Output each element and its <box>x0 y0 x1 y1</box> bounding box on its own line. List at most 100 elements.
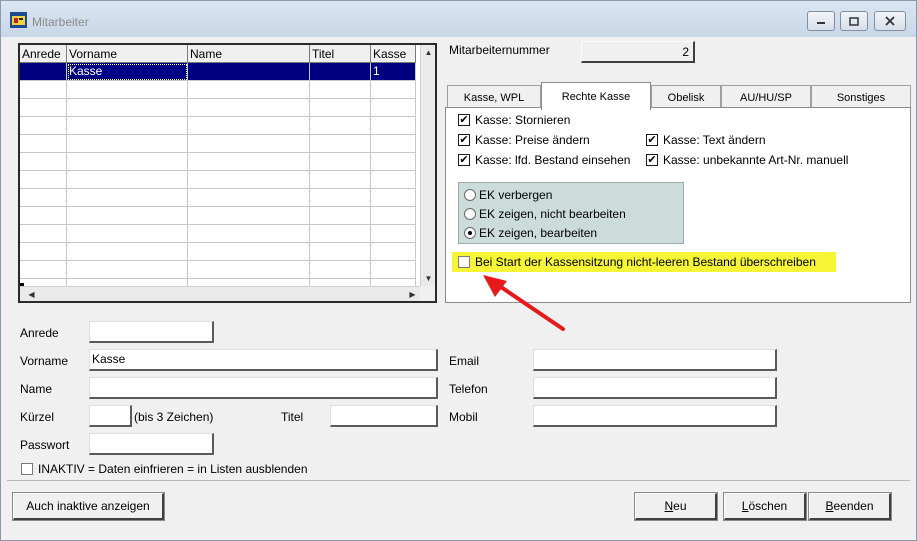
scroll-down-icon[interactable]: ▼ <box>421 271 436 286</box>
passwort-field[interactable] <box>89 433 214 455</box>
ek-show-edit-radio[interactable]: EK zeigen, bearbeiten <box>464 226 597 240</box>
ek-show-readonly-radio[interactable]: EK zeigen, nicht bearbeiten <box>464 207 626 221</box>
overwrite-stock-label: Bei Start der Kassensitzung nicht-leeren… <box>475 255 816 269</box>
grid-cell-empty <box>20 99 67 117</box>
passwort-input[interactable] <box>92 434 212 453</box>
minimize-icon <box>817 22 825 24</box>
ek-hide-radio[interactable]: EK verbergen <box>464 188 552 202</box>
text-checkbox[interactable]: ✔ Kasse: Text ändern <box>646 133 766 147</box>
grid-cell-empty <box>188 153 310 171</box>
table-row-empty[interactable] <box>20 171 420 189</box>
inactive-checkbox[interactable]: INAKTIV = Daten einfrieren = in Listen a… <box>21 462 308 476</box>
tab-kasse-wpl[interactable]: Kasse, WPL <box>447 85 541 109</box>
column-header-name[interactable]: Name <box>188 45 310 63</box>
passwort-label: Passwort <box>20 438 70 452</box>
table-row-empty[interactable] <box>20 243 420 261</box>
vorname-label: Vorname <box>20 354 69 368</box>
ek-show-edit-label: EK zeigen, bearbeiten <box>479 226 598 240</box>
table-row-empty[interactable] <box>20 207 420 225</box>
column-header-anrede[interactable]: Anrede <box>20 45 67 63</box>
grid-cell-empty <box>371 243 416 261</box>
table-row-empty[interactable] <box>20 189 420 207</box>
kuerzel-hint: (bis 3 Zeichen) <box>134 410 214 424</box>
stock-checkbox[interactable]: ✔ Kasse: lfd. Bestand einsehen <box>458 153 630 167</box>
column-header-kasse[interactable]: Kasse <box>371 45 416 63</box>
scroll-up-icon[interactable]: ▲ <box>421 45 436 60</box>
grid-cell-empty <box>20 135 67 153</box>
scroll-right-icon[interactable]: ▶ <box>405 287 420 302</box>
vorname-input[interactable] <box>92 350 436 369</box>
storno-checkbox[interactable]: ✔ Kasse: Stornieren <box>458 113 570 127</box>
checkbox-icon <box>21 463 33 475</box>
column-header-vorname[interactable]: Vorname <box>67 45 188 63</box>
tab-bar: Kasse, WPL Rechte Kasse Obelisk AU/HU/SP… <box>447 82 913 110</box>
tab-au-hu-sp[interactable]: AU/HU/SP <box>721 85 811 109</box>
prices-checkbox[interactable]: ✔ Kasse: Preise ändern <box>458 133 590 147</box>
employee-grid[interactable]: Anrede Vorname Name Titel Kasse Kasse 1 … <box>18 43 437 303</box>
check-icon: ✔ <box>458 134 470 146</box>
email-input[interactable] <box>536 350 775 369</box>
scroll-left-icon[interactable]: ◀ <box>24 287 39 302</box>
close-button[interactable] <box>874 11 906 31</box>
new-button[interactable]: Neu <box>634 492 718 521</box>
table-row-empty[interactable] <box>20 117 420 135</box>
telefon-field[interactable] <box>533 377 777 399</box>
table-row-empty[interactable] <box>20 99 420 117</box>
name-input[interactable] <box>92 378 436 397</box>
telefon-input[interactable] <box>536 378 775 397</box>
table-row-empty[interactable] <box>20 153 420 171</box>
grid-cell-empty <box>371 117 416 135</box>
mobil-input[interactable] <box>536 406 775 425</box>
stock-label: Kasse: lfd. Bestand einsehen <box>475 153 631 167</box>
quit-button[interactable]: Beenden <box>808 492 892 521</box>
telefon-label: Telefon <box>449 382 488 396</box>
table-row-empty[interactable] <box>20 225 420 243</box>
kuerzel-input[interactable] <box>92 406 130 425</box>
title-bar[interactable]: Mitarbeiter <box>1 1 916 37</box>
employee-number-field[interactable]: 2 <box>581 41 695 63</box>
overwrite-stock-checkbox[interactable]: Bei Start der Kassensitzung nicht-leeren… <box>458 255 816 269</box>
tab-sonstiges[interactable]: Sonstiges <box>811 85 911 109</box>
email-field[interactable] <box>533 349 777 371</box>
text-label: Kasse: Text ändern <box>663 133 766 147</box>
anrede-input[interactable] <box>92 322 212 341</box>
grid-cell-empty <box>67 225 188 243</box>
maximize-button[interactable] <box>840 11 868 31</box>
titel-field[interactable] <box>330 405 438 427</box>
grid-cell-empty <box>371 207 416 225</box>
name-field[interactable] <box>89 377 438 399</box>
titel-input[interactable] <box>333 406 436 425</box>
table-row-empty[interactable] <box>20 261 420 279</box>
tab-rechte-kasse[interactable]: Rechte Kasse <box>541 82 651 110</box>
anrede-field[interactable] <box>89 321 214 343</box>
kuerzel-label: Kürzel <box>20 410 55 424</box>
new-button-label: eu <box>673 499 687 513</box>
grid-cell-empty <box>188 117 310 135</box>
grid-horizontal-scrollbar[interactable]: ◀ ▶ <box>20 286 420 301</box>
vorname-field[interactable] <box>89 349 438 371</box>
grid-cell-empty <box>310 135 371 153</box>
delete-button[interactable]: Löschen <box>723 492 807 521</box>
ek-radio-group: EK verbergen EK zeigen, nicht bearbeiten… <box>458 182 684 244</box>
grid-cell-empty <box>20 189 67 207</box>
grid-cell-empty <box>20 243 67 261</box>
grid-cell-empty <box>310 99 371 117</box>
table-row-empty[interactable] <box>20 135 420 153</box>
table-row-empty[interactable] <box>20 81 420 99</box>
grid-cell-empty <box>67 171 188 189</box>
show-inactive-button[interactable]: Auch inaktive anzeigen <box>12 492 165 521</box>
column-header-titel[interactable]: Titel <box>310 45 371 63</box>
cell-anrede <box>20 63 67 81</box>
kuerzel-field[interactable] <box>89 405 132 427</box>
radio-selected-icon <box>464 227 476 239</box>
storno-label: Kasse: Stornieren <box>475 113 571 127</box>
tab-obelisk[interactable]: Obelisk <box>651 85 721 109</box>
grid-vertical-scrollbar[interactable]: ▲ ▼ <box>420 45 435 286</box>
unknown-article-checkbox[interactable]: ✔ Kasse: unbekannte Art-Nr. manuell <box>646 153 848 167</box>
table-row[interactable]: Kasse 1 <box>20 63 420 81</box>
grid-cell-empty <box>310 189 371 207</box>
button-bar: Auch inaktive anzeigen Neu Löschen Beend… <box>7 480 910 532</box>
minimize-button[interactable] <box>807 11 835 31</box>
mobil-field[interactable] <box>533 405 777 427</box>
grid-header: Anrede Vorname Name Titel Kasse <box>20 45 420 63</box>
